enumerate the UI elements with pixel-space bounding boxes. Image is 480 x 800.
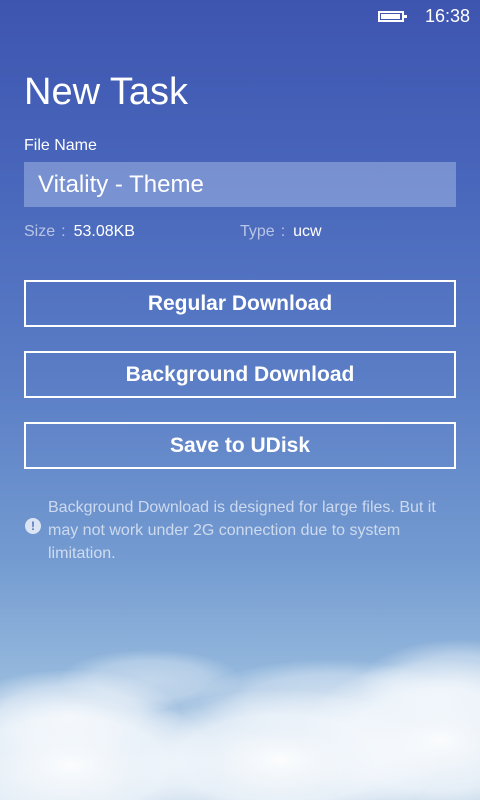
background-download-info: Background Download is designed for larg… [48,499,436,562]
file-type-info: Type: ucw [240,222,322,242]
file-size-info: Size:53.08KB [24,222,135,242]
exclamation-icon: ! [25,518,41,534]
cloud-background [0,590,480,800]
battery-icon [378,11,407,22]
save-to-udisk-button[interactable]: Save to UDisk [24,422,456,469]
battery-fill [381,14,400,19]
page-title: New Task [24,71,189,113]
size-label: Size [24,223,56,240]
type-separator: : [280,223,286,240]
status-bar: 16:38 [0,0,480,32]
type-label: Type [240,223,275,240]
status-clock: 16:38 [425,6,471,26]
new-task-screen: 16:38 New Task File Name Size:53.08KB Ty… [0,0,480,800]
type-value: ucw [293,223,322,240]
size-separator: : [61,223,66,240]
background-download-button[interactable]: Background Download [24,351,456,398]
file-name-label: File Name [24,137,97,154]
size-value: 53.08KB [73,223,135,240]
file-name-input[interactable] [24,162,456,207]
regular-download-button[interactable]: Regular Download [24,280,456,327]
